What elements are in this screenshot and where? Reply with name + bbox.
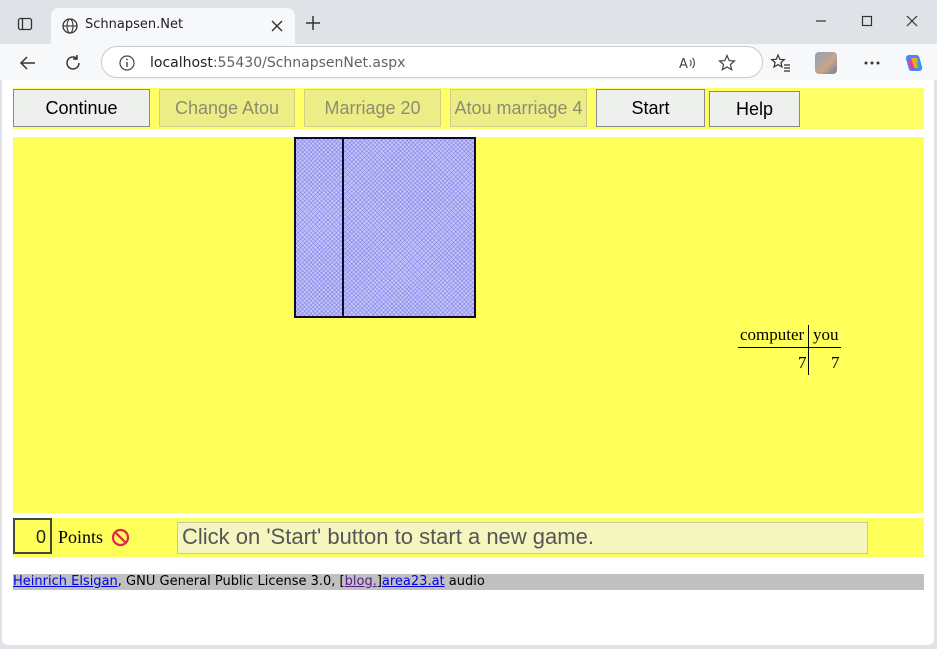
score-divider-vertical (808, 325, 809, 375)
blog-link[interactable]: blog. (345, 574, 377, 589)
atou-marriage-button[interactable]: Atou marriage 4 (450, 89, 587, 127)
score-you-value: 7 (831, 353, 840, 372)
start-button[interactable]: Start (596, 89, 705, 127)
author-link[interactable]: Heinrich Elsigan (13, 574, 118, 589)
points-value: 0 (13, 518, 52, 554)
score-computer-label: computer (740, 325, 805, 344)
score-computer-value: 7 (798, 353, 807, 372)
tab-title: Schnapsen.Net (85, 17, 184, 32)
favorites-list-icon[interactable] (770, 52, 792, 74)
minimize-icon[interactable] (809, 10, 833, 32)
score-divider-horizontal (738, 347, 841, 348)
browser-toolbar: localhost:55430/SchnapsenNet.aspx A (0, 44, 937, 80)
sidebar-toggle-icon[interactable] (10, 10, 40, 38)
url-text: localhost:55430/SchnapsenNet.aspx (150, 55, 405, 71)
score-you-label: you (813, 325, 839, 344)
new-tab-icon[interactable] (302, 12, 324, 34)
status-strip: 0 Points Click on 'Start' button to star… (13, 518, 924, 557)
button-strip: Continue Change Atou Marriage 20 Atou ma… (13, 88, 924, 129)
site-link[interactable]: area23.at (382, 574, 445, 589)
url-host: localhost (150, 55, 213, 71)
audio-text: audio (444, 574, 485, 589)
close-tab-icon[interactable] (268, 17, 286, 35)
globe-icon (62, 18, 78, 34)
status-message: Click on 'Start' button to start a new g… (177, 522, 868, 554)
license-text: , GNU General Public License 3.0, [ (117, 574, 345, 589)
page-viewport: Continue Change Atou Marriage 20 Atou ma… (2, 80, 934, 645)
points-label: Points (58, 527, 104, 547)
read-aloud-icon[interactable]: A (678, 54, 696, 72)
close-window-icon[interactable] (900, 10, 924, 32)
maximize-icon[interactable] (855, 10, 879, 32)
profile-avatar[interactable] (815, 52, 837, 74)
game-table: computer you 7 7 (13, 137, 924, 513)
info-icon[interactable] (118, 54, 136, 72)
change-atou-button[interactable]: Change Atou (159, 89, 295, 127)
address-bar[interactable]: localhost:55430/SchnapsenNet.aspx A (101, 46, 763, 78)
deck-card-back[interactable] (342, 137, 476, 318)
refresh-icon[interactable] (62, 52, 84, 74)
more-menu-icon[interactable] (861, 52, 883, 74)
footer: Heinrich Elsigan, GNU General Public Lic… (13, 574, 924, 590)
url-path: :55430/SchnapsenNet.aspx (212, 55, 406, 71)
continue-button[interactable]: Continue (13, 89, 150, 127)
copilot-icon[interactable] (903, 52, 925, 74)
no-entry-icon (111, 528, 130, 547)
svg-text:A: A (679, 57, 688, 72)
favorite-star-icon[interactable] (718, 54, 736, 72)
help-button[interactable]: Help (709, 91, 800, 127)
talon-card-back[interactable] (294, 137, 344, 318)
marriage-20-button[interactable]: Marriage 20 (304, 89, 441, 127)
back-arrow-icon[interactable] (17, 52, 39, 74)
browser-tab[interactable]: Schnapsen.Net (51, 8, 295, 44)
browser-titlebar: Schnapsen.Net (0, 0, 937, 44)
